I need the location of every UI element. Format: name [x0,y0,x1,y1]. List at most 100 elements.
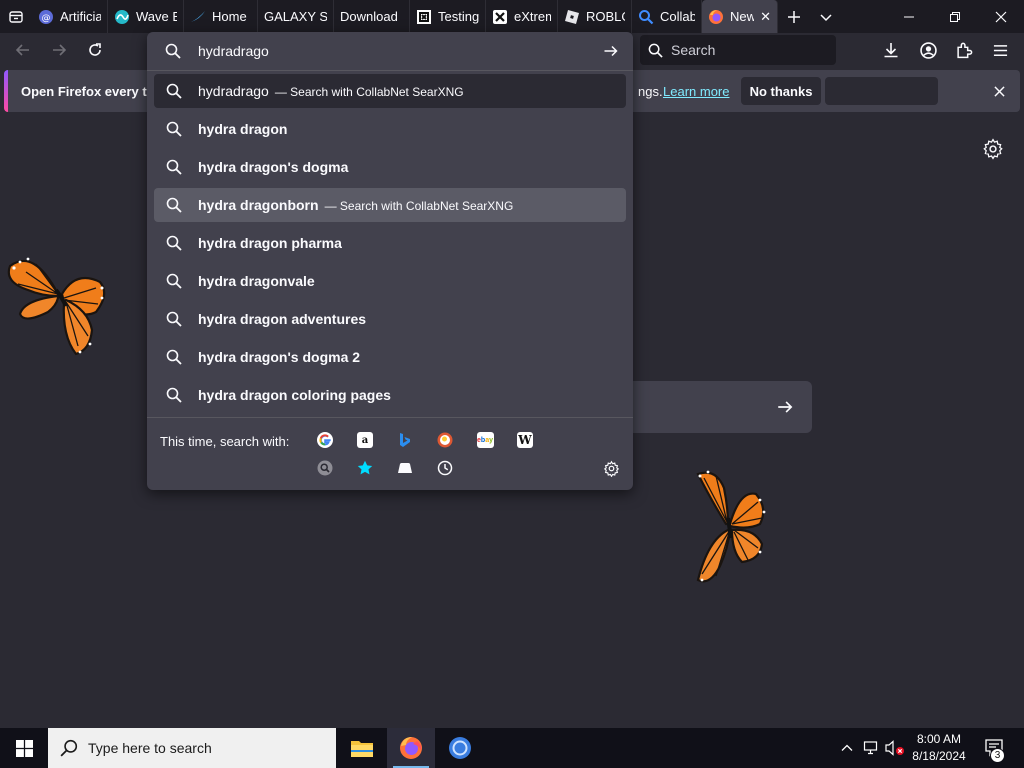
wikipedia-engine-button[interactable]: W [516,431,534,449]
history-button[interactable] [436,459,454,477]
search-icon [166,387,182,403]
url-input-value: hydradrago [198,43,269,59]
action-center-button[interactable]: 3 [978,728,1010,768]
taskbar-clock[interactable]: 8:00 AM 8/18/2024 [906,731,972,765]
magnifier-engine-icon [317,460,333,476]
url-input[interactable]: hydradrago [155,36,625,66]
notification-count-badge: 3 [990,748,1005,763]
go-arrow-icon[interactable] [603,43,619,59]
google-icon [317,432,333,448]
close-window-button[interactable] [978,0,1024,33]
search-icon [166,83,182,99]
tab-extrem[interactable]: eXtrem [486,0,558,33]
page-settings-button[interactable] [982,138,1004,160]
tab-icon [398,463,412,473]
start-button[interactable] [0,728,48,768]
notification-message: Open Firefox every tim [21,84,162,99]
account-icon [919,41,937,59]
folder-icon [351,741,373,757]
gear-icon [603,460,619,477]
tab-title: GALAXY SW [264,9,327,24]
ebay-icon: ebay [476,432,494,448]
clock-date: 8/18/2024 [912,749,966,763]
close-tab-icon[interactable]: ✕ [760,9,771,25]
tab-new-active[interactable]: New ✕ [702,0,778,33]
extensions-button[interactable] [949,35,979,65]
amazon-engine-button[interactable]: a [356,431,374,449]
search-suggestion[interactable]: hydra dragon's dogma [154,150,626,184]
tab-download[interactable]: Download [334,0,410,33]
duckduckgo-engine-button[interactable] [436,431,454,449]
reload-button[interactable] [80,35,110,65]
search-suggestion[interactable]: hydra dragonvale [154,264,626,298]
list-all-tabs-button[interactable] [810,0,842,33]
notification-close-button[interactable] [988,80,1010,102]
search-go-arrow-icon[interactable] [776,398,794,416]
volume-muted-icon [885,740,904,756]
duckduckgo-icon [437,432,453,448]
search-suggestion[interactable]: hydradrago — Search with CollabNet SearXN… [154,74,626,108]
collabnet-engine-button[interactable] [316,459,334,477]
restore-button[interactable] [932,0,978,33]
suggestion-text: hydra dragon pharma [198,235,342,251]
network-button[interactable] [860,728,882,768]
wikipedia-icon: W [517,432,533,448]
tabs-button[interactable] [396,459,414,477]
tab-title: ROBLO [586,9,625,24]
tab-home[interactable]: Home [184,0,258,33]
bing-engine-button[interactable] [396,431,414,449]
show-hidden-icons-button[interactable] [836,728,858,768]
suggestion-text: hydra dragon adventures [198,311,366,327]
minimize-button[interactable] [886,0,932,33]
search-suggestion[interactable]: hydra dragon pharma [154,226,626,260]
file-explorer-taskbar-button[interactable] [338,728,386,768]
back-button[interactable] [8,35,38,65]
search-icon [166,349,182,365]
toolbar-search-box[interactable]: Search [640,35,836,65]
x-icon [492,9,508,25]
swoosh-icon [190,9,206,25]
bookmarks-button[interactable] [356,459,374,477]
taskbar-search-box[interactable]: Type here to search [48,728,336,768]
firefox-icon [400,737,422,759]
search-settings-button[interactable] [602,459,620,477]
notification-primary-button[interactable] [825,77,938,105]
volume-button[interactable] [884,728,906,768]
amazon-icon: a [357,432,373,448]
search-suggestion[interactable]: hydra dragon's dogma 2 [154,340,626,374]
star-icon [357,460,373,475]
tab-testing[interactable]: Testing [410,0,486,33]
search-icon [648,43,663,58]
tab-roblox[interactable]: ROBLO [558,0,632,33]
suggestion-query: hydra dragon [198,121,288,137]
forward-button[interactable] [44,35,74,65]
menu-button[interactable] [985,35,1015,65]
learn-more-link[interactable]: Learn more [663,84,729,99]
downloads-button[interactable] [876,35,906,65]
firefox-taskbar-button[interactable] [387,728,435,768]
ebay-engine-button[interactable]: ebay [476,431,494,449]
tab-artificia[interactable]: @ Artificia [32,0,108,33]
tab-galaxy[interactable]: GALAXY SW [258,0,334,33]
ai-icon: @ [38,9,54,25]
search-icon [166,121,182,137]
new-tab-button[interactable] [778,0,810,33]
tab-list-button[interactable] [0,0,32,33]
search-suggestion[interactable]: hydra dragon coloring pages [154,378,626,412]
close-icon [995,11,1007,22]
suggestion-query: hydradrago [198,83,269,99]
account-button[interactable] [913,35,943,65]
no-thanks-button[interactable]: No thanks [741,77,821,105]
search-icon [166,311,182,327]
tab-title: Home [212,9,247,24]
chrome-taskbar-button[interactable] [436,728,484,768]
search-suggestion[interactable]: hydra dragon [154,112,626,146]
search-suggestion[interactable]: hydra dragonborn — Search with CollabNet … [154,188,626,222]
forward-arrow-icon [53,44,67,56]
google-engine-button[interactable] [316,431,334,449]
tab-title: eXtrem [514,9,551,24]
search-suggestion[interactable]: hydra dragon adventures [154,302,626,336]
tab-wave[interactable]: Wave B [108,0,184,33]
tab-collab[interactable]: Collab [632,0,702,33]
tab-title: Download [340,9,398,24]
